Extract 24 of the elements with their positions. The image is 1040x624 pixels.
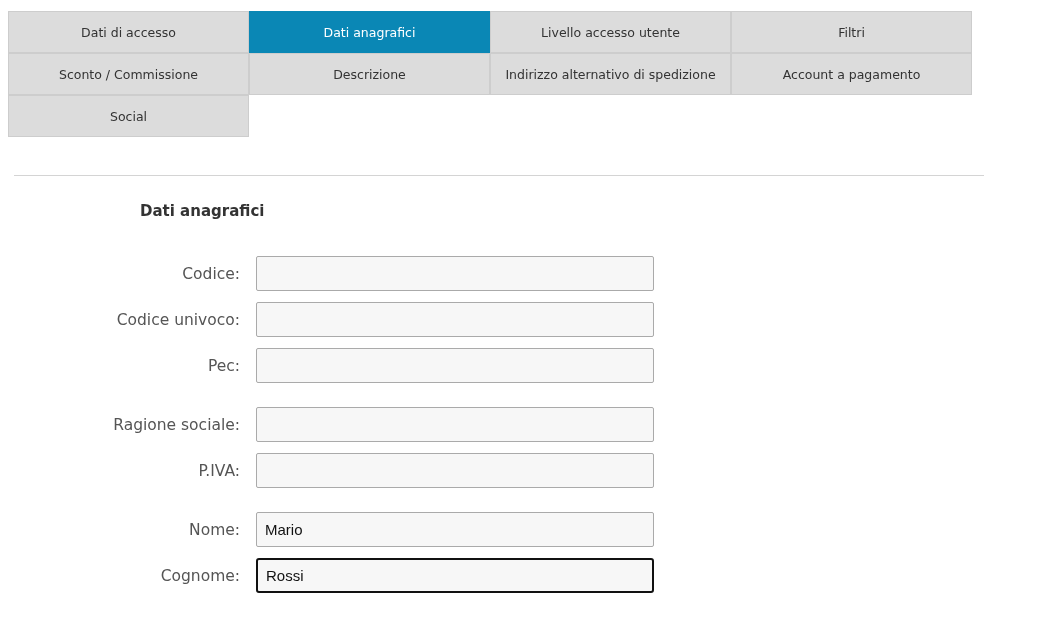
tab[interactable]: Account a pagamento [731, 53, 972, 95]
tab[interactable]: Social [8, 95, 249, 137]
field-label: Ragione sociale: [112, 415, 241, 434]
input-field[interactable] [256, 348, 654, 383]
input-field[interactable] [256, 407, 654, 442]
tab[interactable]: Descrizione [249, 53, 490, 95]
tab[interactable]: Dati di accesso [8, 11, 249, 53]
tab[interactable]: Livello accesso utente [490, 11, 731, 53]
input-field[interactable] [256, 256, 654, 291]
field-label: Codice univoco: [115, 310, 241, 329]
input-field[interactable]: Mario [256, 512, 654, 547]
field-label: Pec: [206, 356, 241, 375]
field-label: Cognome: [159, 566, 241, 585]
tab[interactable]: Filtri [731, 11, 972, 53]
input-field[interactable] [256, 302, 654, 337]
field-label: Nome: [188, 520, 241, 539]
input-field[interactable] [256, 453, 654, 488]
input-field[interactable]: Rossi [256, 558, 654, 593]
tab[interactable]: Indirizzo alternativo di spedizione [490, 53, 731, 95]
tab[interactable]: Dati anagrafici [249, 11, 490, 53]
field-label: Codice: [181, 264, 241, 283]
section-title: Dati anagrafici [140, 202, 266, 222]
field-label: P.IVA: [197, 461, 241, 480]
tab[interactable]: Sconto / Commissione [8, 53, 249, 95]
